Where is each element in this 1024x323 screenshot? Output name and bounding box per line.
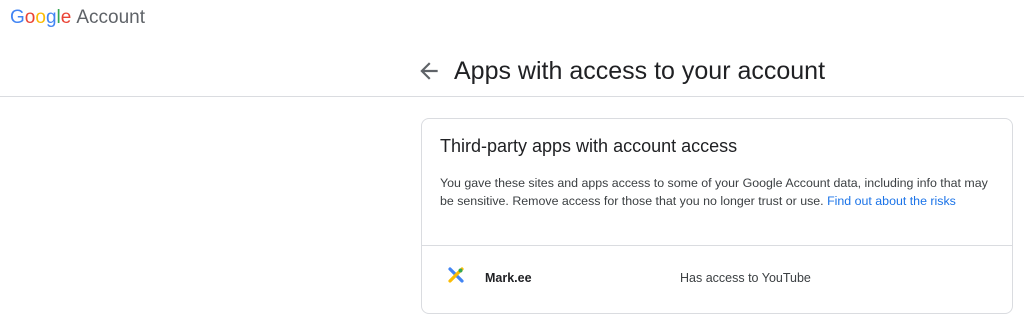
brand-letter: G [10,7,25,28]
google-account-logo[interactable]: Google Account [10,7,145,29]
card-title: Third-party apps with account access [440,136,738,156]
page-header: Apps with access to your account [0,48,1024,97]
card-description: You gave these sites and apps access to … [440,174,996,210]
page-title: Apps with access to your account [454,57,826,85]
brand-letter: o [24,7,36,28]
brand-letter: g [45,7,57,28]
brand-letter: e [60,7,72,28]
find-out-risks-link[interactable]: Find out about the risks [827,194,956,208]
arrow-back-icon [420,62,438,80]
app-row-markee[interactable]: Mark.ee Has access to YouTube [422,246,1012,313]
third-party-apps-card: Third-party apps with account access You… [421,118,1013,314]
app-name: Mark.ee [485,271,532,285]
top-bar: Google Account [0,0,1024,36]
markee-logo-icon [447,266,465,284]
app-access-scope: Has access to YouTube [680,271,811,285]
back-button[interactable] [416,58,442,84]
google-wordmark: Google [10,7,71,28]
brand-letter: o [35,7,46,28]
account-word: Account [76,7,145,28]
